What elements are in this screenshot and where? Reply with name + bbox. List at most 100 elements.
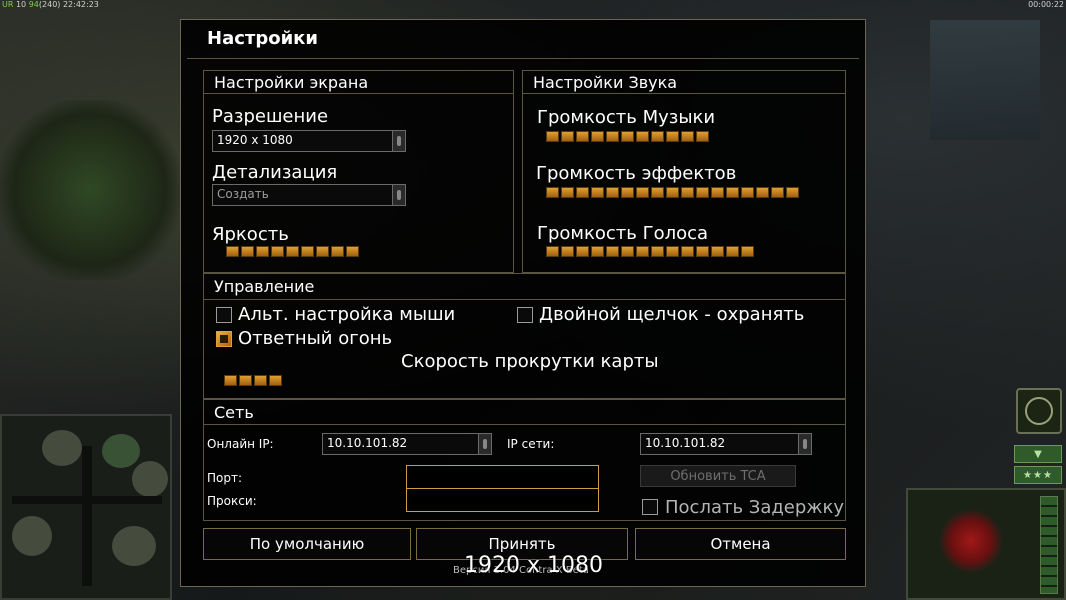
alt-mouse-label: Альт. настройка мыши <box>238 304 456 325</box>
slider-segment <box>666 131 679 142</box>
rank-button[interactable]: ★★★ <box>1014 466 1062 484</box>
resolution-value: 1920 x 1080 <box>217 133 293 147</box>
alt-mouse-checkbox[interactable] <box>216 307 232 323</box>
control-panel: Управление Альт. настройка мыши Двойной … <box>203 273 846 399</box>
slider-segment <box>786 187 799 198</box>
scroll-speed-label: Скорость прокрутки карты <box>401 351 659 372</box>
control-header: Управление <box>214 277 315 296</box>
sound-settings-panel: Настройки Звука Громкость Музыки Громкос… <box>522 70 846 273</box>
screen-settings-header: Настройки экрана <box>214 73 369 92</box>
minimap-terrain <box>112 526 156 566</box>
slider-segment <box>269 375 282 386</box>
minimap-terrain <box>132 461 168 497</box>
slider-segment <box>621 131 634 142</box>
music-volume-label: Громкость Музыки <box>537 107 716 128</box>
return-fire-checkbox[interactable] <box>216 331 232 347</box>
detail-select[interactable]: Создать <box>212 184 406 206</box>
slider-segment <box>591 187 604 198</box>
slider-segment <box>576 131 589 142</box>
panel-header: Настройки Звука <box>523 71 845 94</box>
slider-segment <box>546 131 559 142</box>
minimap-terrain <box>12 516 52 556</box>
faction-emblem-icon <box>936 506 1006 576</box>
radar-button[interactable] <box>1016 388 1062 434</box>
minimap[interactable] <box>0 414 172 600</box>
chevron-down-icon: ▼ <box>1034 448 1042 460</box>
defaults-button[interactable]: По умолчанию <box>203 528 411 560</box>
lan-ip-label: IP сети: <box>507 437 555 451</box>
port-input[interactable] <box>406 465 599 489</box>
minimap-terrain <box>102 434 140 468</box>
return-fire-label: Ответный огонь <box>238 328 393 349</box>
cancel-button[interactable]: Отмена <box>635 528 846 560</box>
slider-segment <box>711 187 724 198</box>
double-click-guard-checkbox[interactable] <box>517 307 533 323</box>
slider-segment <box>636 187 649 198</box>
slider-segment <box>756 187 769 198</box>
resolution-label: Разрешение <box>212 106 329 127</box>
title-divider <box>187 58 859 59</box>
resolution-select[interactable]: 1920 x 1080 <box>212 130 406 152</box>
proxy-input[interactable] <box>406 488 599 512</box>
power-bar <box>1040 496 1058 594</box>
slider-segment <box>621 187 634 198</box>
double-click-guard-label: Двойной щелчок - охранять <box>539 304 805 325</box>
slider-segment <box>256 246 269 257</box>
hud-stats: UR 10 94(240) 22:42:23 <box>2 0 99 10</box>
sound-settings-header: Настройки Звука <box>533 73 678 92</box>
lan-ip-select[interactable]: 10.10.101.82 <box>640 433 812 455</box>
online-ip-select[interactable]: 10.10.101.82 <box>322 433 492 455</box>
voice-volume-label: Громкость Голоса <box>537 223 709 244</box>
slider-segment <box>711 246 724 257</box>
slider-segment <box>621 246 634 257</box>
slider-segment <box>741 246 754 257</box>
hud-fps2: 94 <box>28 0 39 9</box>
background-terrain <box>0 100 180 280</box>
slider-segment <box>636 131 649 142</box>
voice-volume-slider[interactable] <box>546 246 754 257</box>
proxy-label: Прокси: <box>207 494 257 508</box>
lan-ip-value: 10.10.101.82 <box>645 436 726 450</box>
scroll-thumb-icon[interactable] <box>392 185 405 205</box>
hud-game-timer: 00:00:22 <box>1028 0 1064 9</box>
slider-segment <box>271 246 284 257</box>
slider-segment <box>561 131 574 142</box>
options-dialog: Настройки Настройки экрана Разрешение 19… <box>180 19 866 587</box>
slider-segment <box>226 246 239 257</box>
collapse-button[interactable]: ▼ <box>1014 445 1062 463</box>
minimap-road <box>12 496 162 504</box>
detail-label: Детализация <box>212 162 338 183</box>
online-ip-label: Онлайн IP: <box>207 437 274 451</box>
brightness-label: Яркость <box>212 224 289 245</box>
slider-segment <box>591 131 604 142</box>
scroll-thumb-icon[interactable] <box>478 434 491 454</box>
hud-top-bar: UR 10 94(240) 22:42:23 00:00:22 <box>0 0 1066 10</box>
slider-segment <box>681 131 694 142</box>
scroll-speed-slider[interactable] <box>224 375 282 386</box>
slider-segment <box>696 131 709 142</box>
slider-segment <box>636 246 649 257</box>
slider-segment <box>681 246 694 257</box>
port-label: Порт: <box>207 471 243 485</box>
rank-stars: ★★★ <box>1023 469 1053 481</box>
scroll-thumb-icon[interactable] <box>392 131 405 151</box>
update-tca-button[interactable]: Обновить TCA <box>640 465 796 487</box>
slider-segment <box>346 246 359 257</box>
slider-segment <box>546 187 559 198</box>
slider-segment <box>651 246 664 257</box>
slider-segment <box>561 187 574 198</box>
send-delay-label: Послать Задержку <box>665 497 845 518</box>
slider-segment <box>696 246 709 257</box>
faction-panel <box>906 488 1066 600</box>
screen-settings-panel: Настройки экрана Разрешение 1920 x 1080 … <box>203 70 514 273</box>
hud-bracket: (240) <box>38 0 61 9</box>
brightness-slider[interactable] <box>226 246 359 257</box>
slider-segment <box>241 246 254 257</box>
slider-segment <box>331 246 344 257</box>
send-delay-checkbox[interactable] <box>642 499 658 515</box>
effects-volume-slider[interactable] <box>546 187 799 198</box>
dialog-title: Настройки <box>207 28 319 49</box>
panel-header: Управление <box>204 274 845 300</box>
music-volume-slider[interactable] <box>546 131 709 142</box>
scroll-thumb-icon[interactable] <box>798 434 811 454</box>
